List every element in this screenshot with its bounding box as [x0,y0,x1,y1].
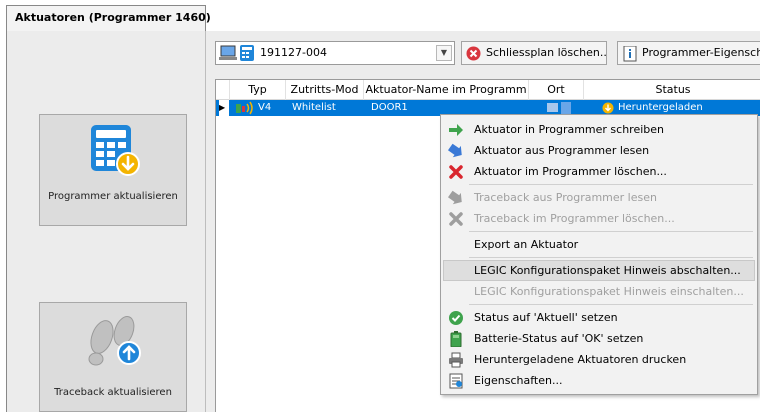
actuator-type-icon [236,101,253,115]
row-mode: Whitelist [292,102,336,113]
tab-strip: Aktuatoren (Programmer 1460) [0,0,760,32]
battery-icon [450,331,462,347]
write-green-arrow-icon [449,124,463,136]
chevron-down-icon[interactable]: ▼ [436,45,452,61]
menu-item-read-actuator[interactable]: Aktuator aus Programmer lesen [443,140,755,161]
programmer-select-value: 191127-004 [260,46,327,59]
menu-item-legic-hint-on[interactable]: LEGIC Konfigurationspaket Hinweis einsch… [443,281,755,302]
menu-item-set-status-current[interactable]: Status auf 'Aktuell' setzen [443,307,755,328]
menu-item-label: Batterie-Status auf 'OK' setzen [474,332,644,345]
table-header: Typ Zutritts-Mod Aktuator-Name im Progra… [216,80,760,100]
menu-item-label: Aktuator im Programmer löschen... [474,165,667,178]
clear-plan-button[interactable]: Schliessplan löschen... [461,41,607,65]
read-blue-arrow-icon [448,143,462,158]
menu-item-export-actuator[interactable]: Export an Aktuator [443,234,755,255]
menu-item-label: Traceback aus Programmer lesen [474,191,657,204]
menu-item-write-actuator[interactable]: Aktuator in Programmer schreiben [443,119,755,140]
programmer-props-button[interactable]: Programmer-Eigenschaften [617,41,760,65]
programmer-props-label: Programmer-Eigenschaften [642,46,760,59]
row-pointer-icon: ▶ [219,100,229,116]
gray-arrow-icon [448,190,462,205]
computer-icon [219,45,237,60]
document-info-icon [623,46,637,62]
properties-icon [449,373,463,389]
menu-item-label: Export an Aktuator [474,238,579,251]
left-column: Programmer aktualisieren Traceback aktua… [7,31,205,412]
menu-item-label: Status auf 'Aktuell' setzen [474,311,618,324]
calculator-icon [240,45,254,61]
menu-item-delete-traceback[interactable]: Traceback im Programmer löschen... [443,208,755,229]
menu-item-delete-actuator[interactable]: Aktuator im Programmer löschen... [443,161,755,182]
programmer-update-label: Programmer aktualisieren [48,191,178,202]
calculator-download-icon [91,125,140,176]
col-header-status[interactable]: Status [584,80,760,100]
menu-item-label: LEGIC Konfigurationspaket Hinweis einsch… [474,285,744,298]
programmer-select[interactable]: 191127-004 ▼ [215,41,455,65]
menu-item-legic-hint-off[interactable]: LEGIC Konfigurationspaket Hinweis abscha… [443,260,755,281]
menu-separator [469,304,753,305]
clear-plan-label: Schliessplan löschen... [486,46,607,59]
menu-item-label: Aktuator aus Programmer lesen [474,144,650,157]
menu-item-label: LEGIC Konfigurationspaket Hinweis abscha… [474,264,741,277]
programmer-update-button[interactable]: Programmer aktualisieren [39,114,187,226]
menu-item-print-actuators[interactable]: Heruntergeladene Aktuatoren drucken [443,349,755,370]
menu-item-label: Heruntergeladene Aktuatoren drucken [474,353,687,366]
col-header-name[interactable]: Aktuator-Name im Programm [364,80,529,100]
col-header-typ[interactable]: Typ [230,80,286,100]
footprints-refresh-icon [88,316,141,366]
menu-item-read-traceback[interactable]: Traceback aus Programmer lesen [443,187,755,208]
red-cancel-icon [466,46,481,61]
menu-separator [469,184,753,185]
menu-item-set-battery-ok[interactable]: Batterie-Status auf 'OK' setzen [443,328,755,349]
tab-aktuatoren[interactable]: Aktuatoren (Programmer 1460) [6,5,211,32]
menu-separator [469,231,753,232]
col-header-ort[interactable]: Ort [529,80,584,100]
gray-x-icon [449,212,463,226]
download-status-icon [602,102,614,114]
menu-separator [469,257,753,258]
traceback-update-label: Traceback aktualisieren [54,387,172,398]
location-icons [547,102,571,114]
col-header-mode[interactable]: Zutritts-Mod [286,80,364,100]
printer-icon [449,352,463,368]
row-indicator-header [216,80,230,100]
red-x-icon [449,165,463,179]
traceback-update-button[interactable]: Traceback aktualisieren [39,302,187,412]
menu-item-label: Aktuator in Programmer schreiben [474,123,664,136]
row-typ: V4 [258,102,272,113]
context-menu: Aktuator in Programmer schreiben Aktuato… [440,114,758,395]
green-check-icon [449,311,463,325]
menu-item-properties[interactable]: Eigenschaften... [443,370,755,391]
menu-item-label: Eigenschaften... [474,374,563,387]
menu-item-label: Traceback im Programmer löschen... [474,212,675,225]
column-separator [205,31,206,412]
